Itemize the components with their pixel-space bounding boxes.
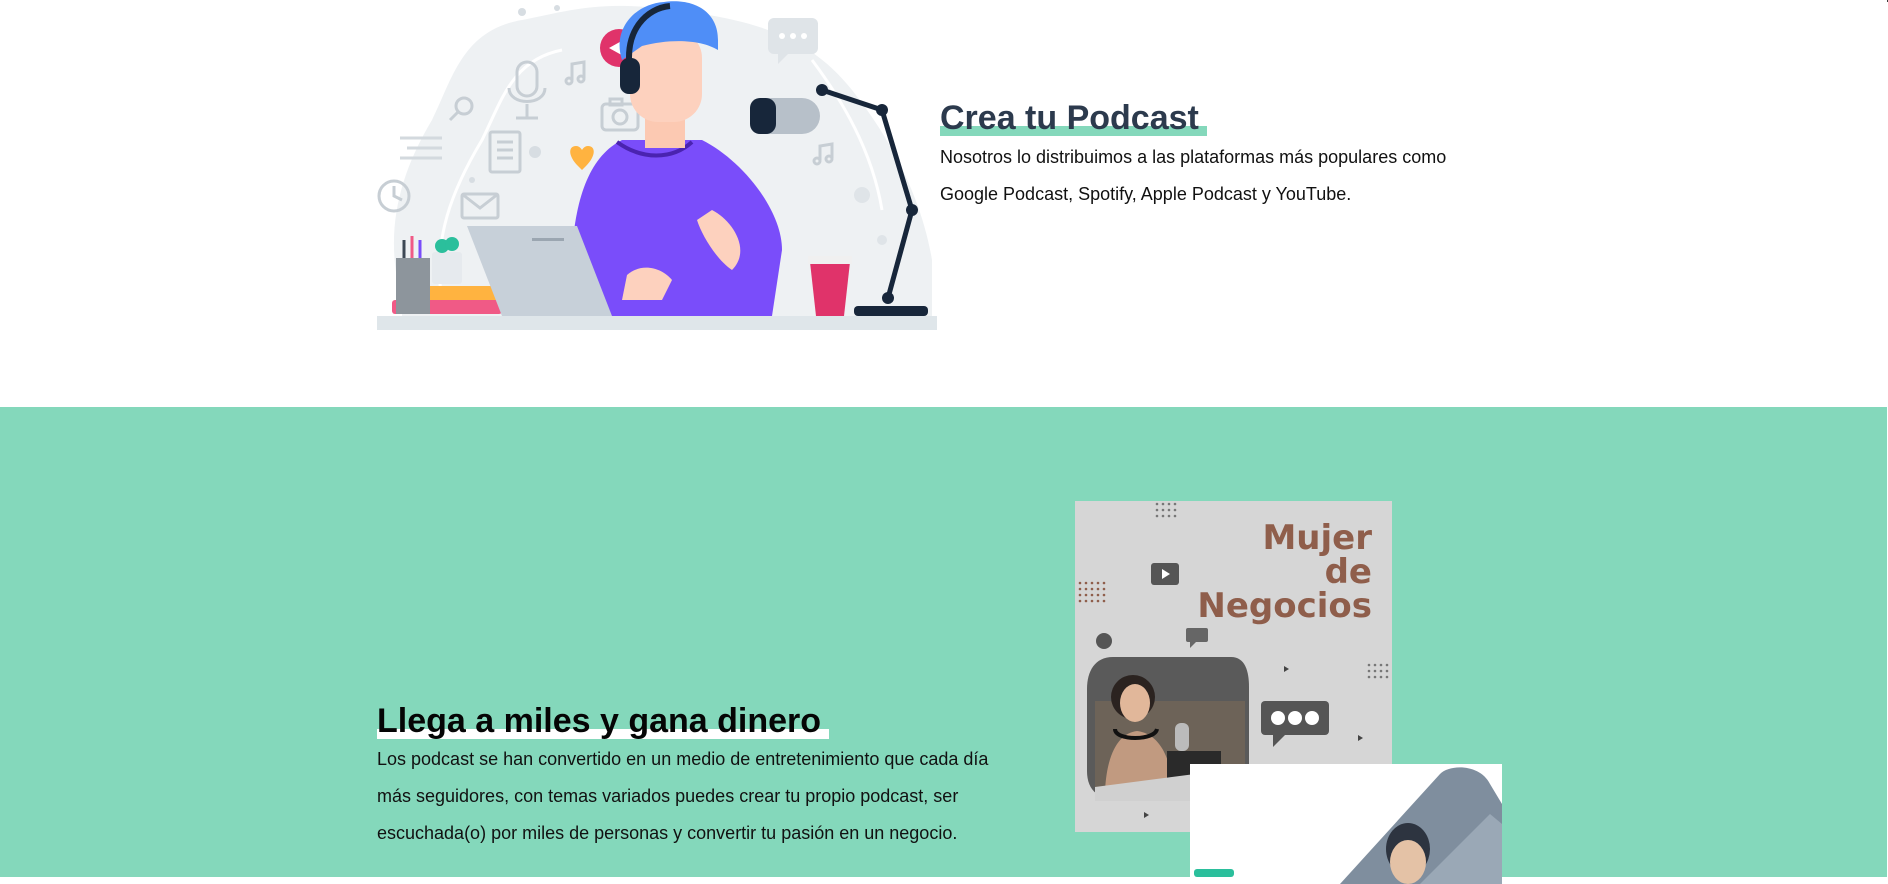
podcaster-illustration — [377, 1, 937, 330]
cover-title: Mujer de Negocios — [1197, 521, 1372, 623]
podcast-section: Crea tu Podcast Nosotros lo distribuimos… — [0, 0, 1887, 407]
podcast-heading: Crea tu Podcast — [940, 98, 1207, 138]
second-cover-art — [1190, 764, 1502, 884]
earn-title-wrap: Llega a miles y gana dinero — [377, 701, 830, 741]
cover-title-line-3: Negocios — [1197, 586, 1372, 626]
earn-description-line-2: más seguidores, con temas variados puede… — [377, 786, 959, 806]
cover-title-line-2: de — [1324, 552, 1372, 592]
video-play-icon — [1151, 563, 1179, 585]
podcast-description-line-2: Google Podcast, Spotify, Apple Podcast y… — [940, 184, 1352, 204]
second-podcast-cover — [1190, 764, 1502, 884]
earn-description-line-3: escuchada(o) por miles de personas y con… — [377, 823, 958, 843]
earn-heading-text: Llega a miles y gana dinero — [377, 702, 822, 740]
podcast-description-line-1: Nosotros lo distribuimos a las plataform… — [940, 147, 1447, 167]
earn-heading: Llega a miles y gana dinero — [377, 701, 830, 741]
earn-description-line-1: Los podcast se han convertido en un medi… — [377, 749, 989, 769]
earn-section: Llega a miles y gana dinero Los podcast … — [0, 407, 1887, 884]
cover-title-line-1: Mujer — [1262, 518, 1372, 558]
podcast-title-wrap: Crea tu Podcast — [940, 98, 1207, 138]
podcast-heading-text: Crea tu Podcast — [940, 99, 1199, 137]
